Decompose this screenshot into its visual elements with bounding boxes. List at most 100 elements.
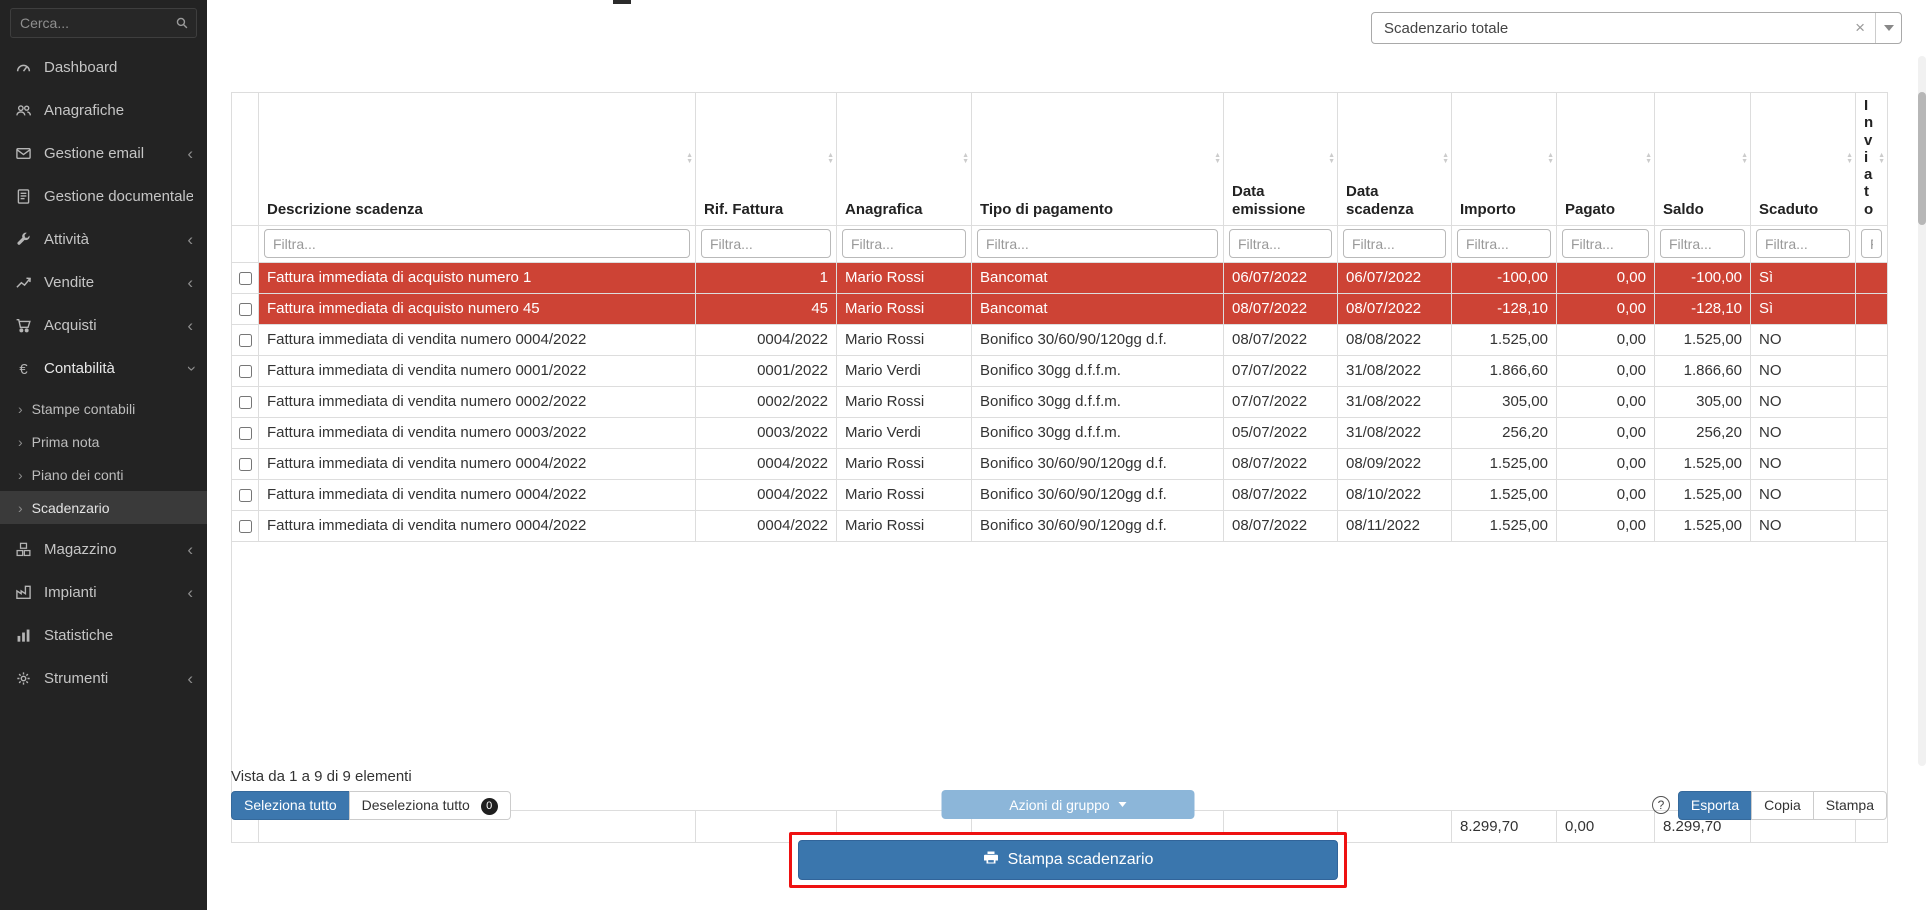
sidebar-item-strumenti[interactable]: Strumenti‹ <box>0 657 207 700</box>
cell-emissione: 08/07/2022 <box>1224 324 1338 355</box>
column-header-rif-fattura[interactable]: Rif. Fattura▲▼ <box>696 93 837 226</box>
sales-chart-icon <box>14 274 32 291</box>
select-all-button[interactable]: Seleziona tutto <box>231 791 350 820</box>
row-checkbox[interactable] <box>239 272 252 285</box>
page-scrollbar[interactable] <box>1918 56 1926 766</box>
column-header-tipo-di-pagamento[interactable]: Tipo di pagamento▲▼ <box>972 93 1224 226</box>
cell-rif: 0001/2022 <box>696 355 837 386</box>
table-row[interactable]: Fattura immediata di vendita numero 0003… <box>232 417 1888 448</box>
sidebar-item-statistiche[interactable]: Statistiche <box>0 614 207 657</box>
sidebar-subitem-prima-nota[interactable]: ›Prima nota <box>0 425 207 458</box>
filter-input-data-scadenza[interactable] <box>1343 229 1446 258</box>
sidebar-subitem-stampe-contabili[interactable]: ›Stampe contabili <box>0 392 207 425</box>
filter-input-data-emissione[interactable] <box>1229 229 1332 258</box>
sidebar-item-contabilit[interactable]: €Contabilità‹ <box>0 347 207 390</box>
sort-icon[interactable]: ▲▼ <box>1547 153 1554 165</box>
filter-input-descrizione-scadenza[interactable] <box>264 229 690 258</box>
cell-saldo: -100,00 <box>1655 262 1751 293</box>
sidebar-item-magazzino[interactable]: Magazzino‹ <box>0 528 207 571</box>
column-header-anagrafica[interactable]: Anagrafica▲▼ <box>837 93 972 226</box>
column-header-inviato[interactable]: Inviato▲▼ <box>1856 93 1888 226</box>
scrollbar-thumb[interactable] <box>1918 92 1926 225</box>
deselect-all-button[interactable]: Deseleziona tutto 0 <box>349 791 511 820</box>
print-schedule-button[interactable]: Stampa scadenzario <box>798 840 1338 880</box>
column-header-pagato[interactable]: Pagato▲▼ <box>1557 93 1655 226</box>
group-actions-button[interactable]: Azioni di gruppo <box>942 790 1195 819</box>
filter-input-anagrafica[interactable] <box>842 229 966 258</box>
sort-icon[interactable]: ▲▼ <box>1846 153 1853 165</box>
table-row[interactable]: Fattura immediata di vendita numero 0001… <box>232 355 1888 386</box>
row-checkbox[interactable] <box>239 427 252 440</box>
filter-input-rif-fattura[interactable] <box>701 229 831 258</box>
sort-icon[interactable]: ▲▼ <box>686 153 693 165</box>
sort-icon[interactable]: ▲▼ <box>1214 153 1221 165</box>
cell-saldo: 1.525,00 <box>1655 510 1751 541</box>
sidebar-item-label: Gestione email <box>44 145 175 162</box>
sort-icon[interactable]: ▲▼ <box>1878 153 1885 165</box>
row-checkbox[interactable] <box>239 365 252 378</box>
sidebar-item-attivit[interactable]: Attività‹ <box>0 218 207 261</box>
filter-input-importo[interactable] <box>1457 229 1551 258</box>
row-checkbox[interactable] <box>239 458 252 471</box>
table-row[interactable]: Fattura immediata di vendita numero 0004… <box>232 324 1888 355</box>
sort-icon[interactable]: ▲▼ <box>1645 153 1652 165</box>
sort-icon[interactable]: ▲▼ <box>1328 153 1335 165</box>
cell-importo: 1.525,00 <box>1452 479 1557 510</box>
copy-button[interactable]: Copia <box>1751 791 1814 820</box>
statistics-icon <box>14 627 32 644</box>
table-row[interactable]: Fattura immediata di vendita numero 0002… <box>232 386 1888 417</box>
cell-saldo: 305,00 <box>1655 386 1751 417</box>
clear-selection-icon[interactable]: × <box>1845 18 1875 38</box>
sidebar-item-dashboard[interactable]: Dashboard <box>0 46 207 89</box>
table-row[interactable]: Fattura immediata di acquisto numero 11M… <box>232 262 1888 293</box>
column-header-scaduto[interactable]: Scaduto▲▼ <box>1751 93 1856 226</box>
column-header-data-scadenza[interactable]: Data scadenza▲▼ <box>1338 93 1452 226</box>
row-checkbox[interactable] <box>239 489 252 502</box>
cell-tipo: Bonifico 30gg d.f.f.m. <box>972 386 1224 417</box>
filter-input-pagato[interactable] <box>1562 229 1649 258</box>
table-row[interactable]: Fattura immediata di vendita numero 0004… <box>232 448 1888 479</box>
row-checkbox[interactable] <box>239 396 252 409</box>
table-row[interactable]: Fattura immediata di acquisto numero 454… <box>232 293 1888 324</box>
sidebar-item-acquisti[interactable]: Acquisti‹ <box>0 304 207 347</box>
export-button[interactable]: Esporta <box>1678 791 1752 820</box>
column-header-importo[interactable]: Importo▲▼ <box>1452 93 1557 226</box>
search-icon[interactable] <box>175 16 189 35</box>
sidebar-subitem-piano-dei-conti[interactable]: ›Piano dei conti <box>0 458 207 491</box>
view-selector[interactable]: Scadenzario totale × <box>1371 12 1902 44</box>
svg-text:€: € <box>19 362 28 377</box>
sidebar-item-label: Acquisti <box>44 317 175 334</box>
sidebar-item-impianti[interactable]: Impianti‹ <box>0 571 207 614</box>
sort-icon[interactable]: ▲▼ <box>1741 153 1748 165</box>
filter-input-saldo[interactable] <box>1660 229 1745 258</box>
sidebar-item-anagrafiche[interactable]: Anagrafiche <box>0 89 207 132</box>
help-icon[interactable]: ? <box>1652 796 1670 814</box>
row-select-cell <box>232 262 259 293</box>
sidebar-item-vendite[interactable]: Vendite‹ <box>0 261 207 304</box>
column-header-saldo[interactable]: Saldo▲▼ <box>1655 93 1751 226</box>
cell-importo: 256,20 <box>1452 417 1557 448</box>
sidebar-item-gestione-email[interactable]: Gestione email‹ <box>0 132 207 175</box>
dashboard-icon <box>14 59 32 76</box>
column-header-descrizione-scadenza[interactable]: Descrizione scadenza▲▼ <box>259 93 696 226</box>
row-checkbox[interactable] <box>239 334 252 347</box>
sort-icon[interactable]: ▲▼ <box>827 153 834 165</box>
print-button[interactable]: Stampa <box>1813 791 1887 820</box>
wrench-icon <box>14 231 32 248</box>
cropped-top-element <box>613 0 631 4</box>
row-checkbox[interactable] <box>239 520 252 533</box>
column-header-data-emissione[interactable]: Data emissione▲▼ <box>1224 93 1338 226</box>
table-row[interactable]: Fattura immediata di vendita numero 0004… <box>232 479 1888 510</box>
cell-scadenza: 31/08/2022 <box>1338 386 1452 417</box>
row-checkbox[interactable] <box>239 303 252 316</box>
search-input[interactable] <box>10 8 197 38</box>
sidebar-subitem-scadenzario[interactable]: ›Scadenzario <box>0 491 207 524</box>
filter-input-scaduto[interactable] <box>1756 229 1850 258</box>
dropdown-caret-box[interactable] <box>1875 13 1901 43</box>
table-row[interactable]: Fattura immediata di vendita numero 0004… <box>232 510 1888 541</box>
sort-icon[interactable]: ▲▼ <box>962 153 969 165</box>
filter-input-tipo-di-pagamento[interactable] <box>977 229 1218 258</box>
filter-input-inviato[interactable] <box>1861 229 1882 258</box>
sidebar-item-gestione-documentale[interactable]: Gestione documentale <box>0 175 207 218</box>
sort-icon[interactable]: ▲▼ <box>1442 153 1449 165</box>
